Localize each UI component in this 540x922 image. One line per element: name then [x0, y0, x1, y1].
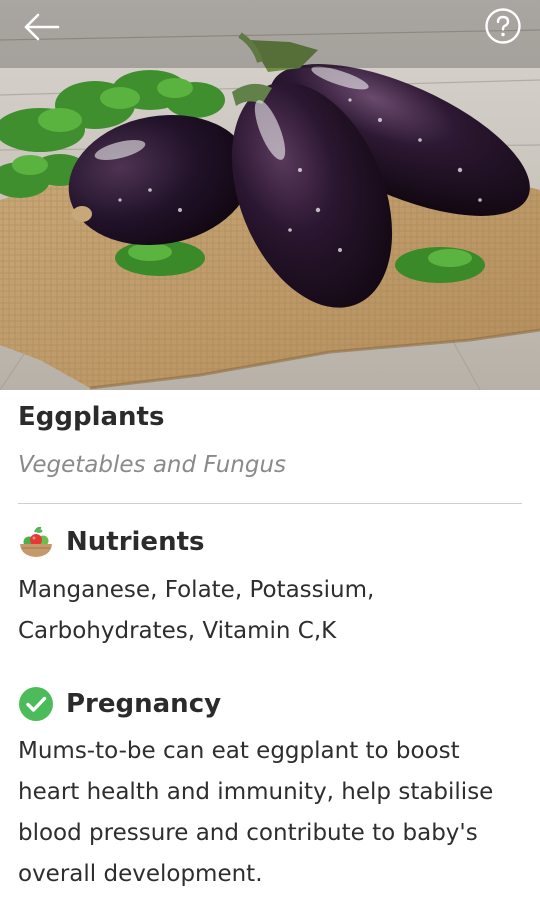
check-circle-icon: [19, 687, 53, 721]
pregnancy-header: Pregnancy: [18, 684, 221, 724]
pregnancy-heading: Pregnancy: [66, 689, 222, 719]
arrow-left-icon: [24, 13, 60, 41]
top-bar: [0, 0, 540, 68]
help-button[interactable]: [484, 7, 522, 45]
back-button[interactable]: [18, 10, 66, 44]
pregnancy-description: Mums-to-be can eat eggplant to boost hea…: [18, 738, 494, 887]
nutrients-list: Manganese, Folate, Potassium, Carbohydra…: [18, 577, 375, 644]
food-title: Eggplants: [18, 402, 165, 432]
divider: [18, 503, 522, 504]
nutrients-header: Nutrients: [18, 522, 204, 562]
vegetable-basket-icon: [20, 526, 52, 557]
question-circle-icon: [485, 8, 521, 44]
nutrients-heading: Nutrients: [66, 527, 205, 557]
food-category: Vegetables and Fungus: [18, 452, 287, 478]
